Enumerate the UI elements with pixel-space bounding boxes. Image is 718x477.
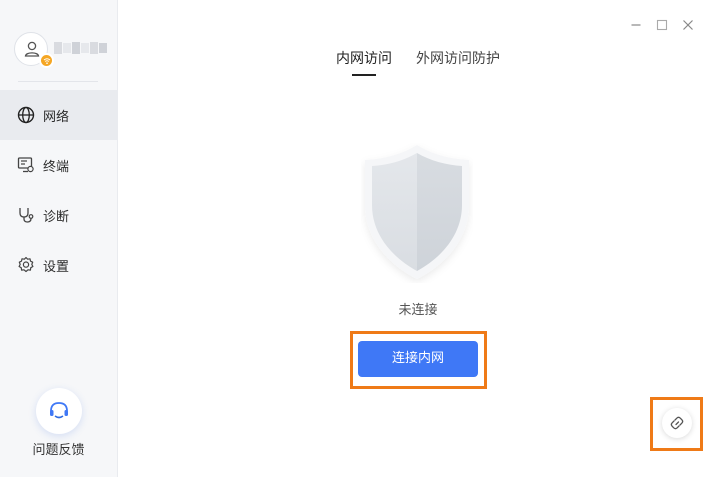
sidebar-item-network[interactable]: 网络	[0, 90, 117, 140]
sidebar-item-settings[interactable]: 设置	[0, 240, 117, 290]
username-redacted	[54, 42, 116, 56]
wifi-badge	[39, 53, 54, 68]
sidebar: 网络 终端 诊断 设置 问题反馈	[0, 0, 118, 477]
sidebar-item-label: 诊断	[43, 209, 70, 225]
monitor-icon	[16, 155, 36, 175]
link-button[interactable]	[662, 408, 692, 438]
tab-external-access-protection[interactable]: 外网访问防护	[416, 48, 500, 76]
sidebar-item-label: 设置	[43, 259, 70, 275]
close-icon	[683, 20, 693, 30]
connect-intranet-button[interactable]: 连接内网	[358, 341, 478, 377]
divider	[18, 81, 98, 82]
wifi-icon	[43, 58, 51, 64]
feedback-button[interactable]: 问题反馈	[0, 384, 117, 464]
tab-bar: 内网访问 外网访问防护	[336, 48, 500, 76]
sidebar-item-terminal[interactable]: 终端	[0, 140, 117, 190]
headset-icon	[50, 402, 68, 419]
window-controls	[630, 16, 694, 31]
sidebar-item-label: 终端	[43, 159, 70, 175]
minimize-icon	[631, 24, 641, 26]
sidebar-item-label: 网络	[43, 109, 70, 125]
feedback-icon-circle[interactable]	[36, 388, 82, 434]
minimize-button[interactable]	[630, 16, 642, 28]
globe-icon	[16, 105, 36, 125]
maximize-button[interactable]	[656, 16, 668, 31]
maximize-icon	[656, 19, 668, 31]
close-button[interactable]	[682, 16, 694, 30]
sidebar-nav: 网络 终端 诊断 设置	[0, 90, 117, 290]
tab-intranet-access[interactable]: 内网访问	[336, 48, 392, 76]
user-icon	[24, 41, 40, 57]
gear-icon	[16, 255, 36, 275]
sidebar-item-diagnose[interactable]: 诊断	[0, 190, 117, 240]
user-profile[interactable]	[14, 32, 114, 68]
connection-status: 未连接	[398, 303, 438, 318]
app-window: 网络 终端 诊断 设置 问题反馈 内网访问 外网访问防护 未连接 连接内网	[0, 0, 718, 477]
feedback-label: 问题反馈	[32, 443, 85, 458]
link-icon	[670, 416, 684, 430]
stethoscope-icon	[16, 205, 36, 225]
shield-icon	[361, 143, 473, 283]
